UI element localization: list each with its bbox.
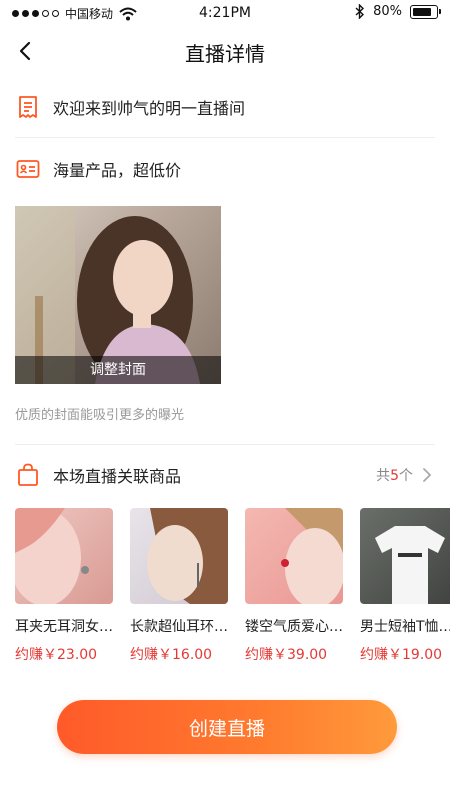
receipt-icon [15, 94, 41, 120]
welcome-row: 欢迎来到帅气的明一直播间 [15, 76, 435, 138]
products-title: 本场直播关联商品 [53, 467, 182, 486]
page-title: 直播详情 [185, 42, 265, 66]
product-earning: 约赚￥23.00 [15, 647, 98, 663]
cover-image[interactable]: 调整封面 [15, 206, 221, 384]
products-count[interactable]: 共5个 [376, 465, 413, 485]
product-image [15, 508, 113, 604]
product-name: 男士短袖T恤… [360, 619, 450, 635]
slogan-text: 海量产品，超低价 [53, 161, 182, 180]
product-earning: 约赚￥16.00 [130, 647, 213, 663]
product-card[interactable]: 耳夹无耳洞女… 约赚￥23.00 [15, 508, 113, 668]
product-image [130, 508, 228, 604]
shopping-bag-icon [15, 462, 41, 488]
adjust-cover-button[interactable]: 调整封面 [15, 356, 221, 384]
product-earning: 约赚￥39.00 [245, 647, 328, 663]
nav-bar: 直播详情 [0, 26, 450, 76]
slogan-row: 海量产品，超低价 [15, 138, 435, 200]
cover-tip: 优质的封面能吸引更多的曝光 [15, 408, 185, 423]
product-card[interactable]: 男士短袖T恤… 约赚￥19.00 [360, 508, 450, 668]
battery-fill [413, 7, 431, 16]
battery-icon [410, 4, 441, 19]
product-name: 镂空气质爱心… [245, 619, 343, 635]
battery-percent: 80% [373, 4, 402, 19]
product-image [245, 508, 343, 604]
product-name: 耳夹无耳洞女… [15, 619, 113, 635]
status-right: 80% [355, 4, 441, 19]
product-image [360, 508, 450, 604]
bluetooth-icon [355, 4, 365, 19]
product-name: 长款超仙耳环… [130, 619, 228, 635]
welcome-text: 欢迎来到帅气的明一直播间 [53, 99, 246, 118]
id-card-icon [15, 156, 41, 182]
create-live-button[interactable]: 创建直播 [57, 700, 397, 754]
product-card[interactable]: 长款超仙耳环… 约赚￥16.00 [130, 508, 228, 668]
status-bar: 中国移动 4:21PM 80% [0, 0, 450, 26]
chevron-right-icon[interactable] [419, 467, 435, 483]
products-list: 耳夹无耳洞女… 约赚￥23.00 长款超仙耳环… 约赚￥16.00 镂空气质爱心… [15, 508, 450, 668]
product-card[interactable]: 镂空气质爱心… 约赚￥39.00 [245, 508, 343, 668]
product-earning: 约赚￥19.00 [360, 647, 443, 663]
divider [15, 444, 435, 445]
products-header: 本场直播关联商品 共5个 [15, 446, 435, 504]
